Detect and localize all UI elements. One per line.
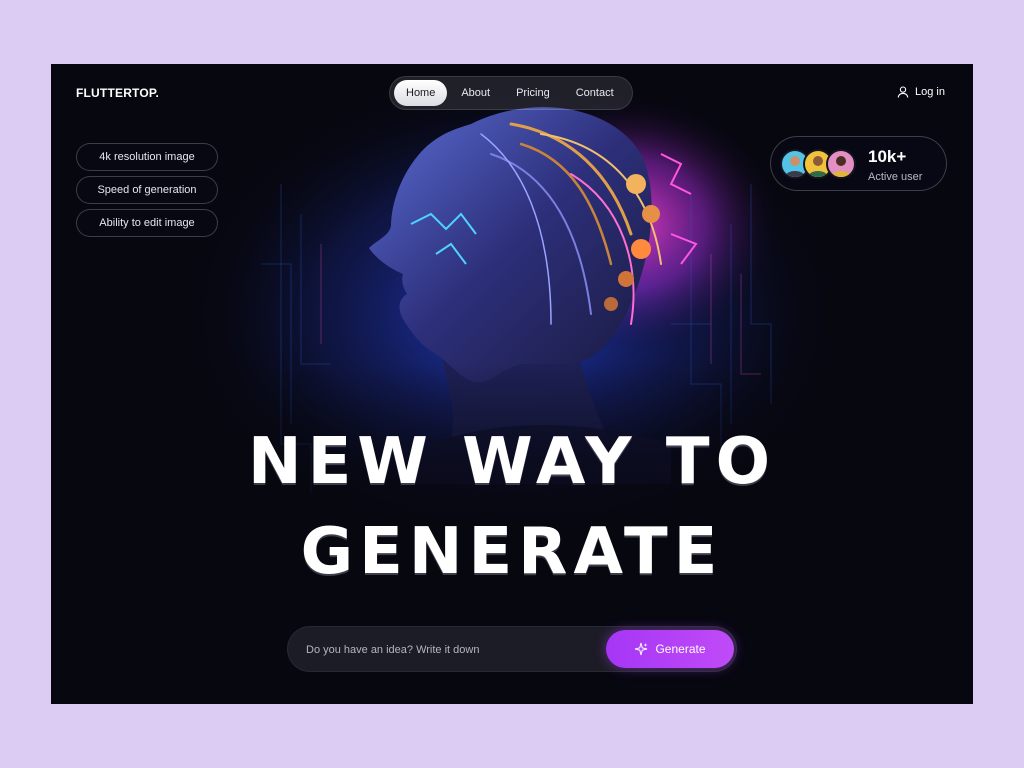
feature-chip-resolution[interactable]: 4k resolution image: [76, 143, 218, 171]
generate-button[interactable]: Generate: [606, 630, 734, 668]
active-user-label: Active user: [868, 171, 923, 183]
avatar: [826, 149, 856, 179]
active-users-card: 10k+ Active user: [770, 136, 947, 191]
brand-logo[interactable]: FLUTTERTOP.: [76, 86, 159, 100]
idea-input[interactable]: [304, 627, 598, 673]
nav-item-home[interactable]: Home: [394, 80, 448, 106]
main-nav: Home About Pricing Contact: [389, 76, 633, 110]
generate-label: Generate: [655, 642, 706, 656]
active-user-count: 10k+: [868, 147, 907, 166]
feature-chip-edit[interactable]: Ability to edit image: [76, 209, 218, 237]
landing-frame: FLUTTERTOP. Home About Pricing Contact L…: [51, 64, 973, 704]
nav-item-about[interactable]: About: [449, 80, 502, 106]
user-icon: [897, 86, 909, 98]
login-label: Log in: [915, 86, 945, 98]
nav-item-contact[interactable]: Contact: [564, 80, 626, 106]
feature-chip-speed[interactable]: Speed of generation: [76, 176, 218, 204]
hero-headline-line2: GENERATE: [300, 515, 724, 589]
person-icon: [831, 156, 851, 177]
hero-headline-line1: NEW WAY TO: [248, 425, 776, 499]
login-button[interactable]: Log in: [897, 86, 945, 98]
prompt-bar: Generate: [287, 626, 737, 673]
nav-item-pricing[interactable]: Pricing: [504, 80, 562, 106]
sparkle-icon: [635, 642, 648, 656]
